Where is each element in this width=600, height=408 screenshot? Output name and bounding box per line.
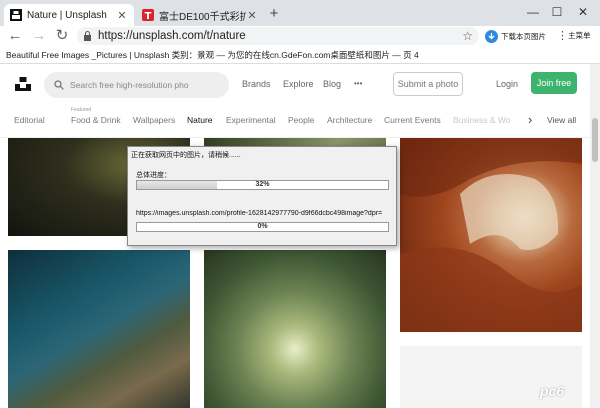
close-tab-icon[interactable]: ✕ [246, 9, 258, 22]
download-progress-dialog: 正在获取网页中的图片，请稍候...... 总体进度： 32% https://i… [127, 146, 397, 246]
kebab-menu-icon[interactable]: ⋮ [557, 28, 568, 44]
pc6-watermark: pc6 [540, 383, 565, 399]
view-all-link[interactable]: View all [547, 104, 576, 136]
rock-arch-shading [400, 138, 582, 332]
current-progress-text: 0% [257, 223, 268, 230]
nav-explore[interactable]: Explore [283, 64, 314, 104]
topic-editorial[interactable]: Editorial [14, 104, 45, 136]
maximize-button[interactable]: ☐ [546, 3, 568, 21]
total-progress-label: 总体进度： [136, 172, 171, 179]
more-icon[interactable]: ••• [354, 64, 362, 104]
svg-text:T: T [145, 11, 152, 21]
search-input[interactable]: Search free high-resolution pho [44, 72, 229, 98]
page-scrollbar[interactable] [590, 64, 600, 408]
topic-nature[interactable]: Nature [187, 104, 213, 136]
close-window-button[interactable]: ✕ [572, 3, 594, 21]
tab-title: Nature | Unsplash [27, 9, 107, 21]
back-arrow-icon[interactable]: ← [6, 26, 24, 46]
topics-nav: Featured Editorial Food & Drink Wallpape… [0, 104, 590, 138]
tab-title: 富士DE100千式彩扩机维 [159, 11, 246, 23]
reload-icon[interactable]: ↻ [53, 26, 71, 46]
new-tab-button[interactable]: + [266, 4, 282, 24]
dialog-title: 正在获取网页中的图片，请稍候...... [131, 152, 241, 159]
login-link[interactable]: Login [496, 64, 518, 104]
unsplash-favicon-icon [10, 9, 22, 21]
topic-people[interactable]: People [288, 104, 314, 136]
search-placeholder: Search free high-resolution pho [70, 80, 189, 90]
chevron-right-icon[interactable]: › [528, 104, 532, 136]
forward-arrow-icon[interactable]: → [30, 26, 48, 46]
bookmarks-bar[interactable]: Beautiful Free Images _Pictures | Unspla… [0, 46, 600, 64]
search-icon [54, 80, 64, 90]
url-text: https://unsplash.com/t/nature [98, 30, 246, 42]
photo-rock-arch[interactable] [400, 138, 582, 332]
bookmark-star-icon[interactable]: ☆ [462, 27, 473, 45]
close-tab-icon[interactable]: ✕ [116, 9, 128, 22]
lock-icon [84, 31, 91, 41]
photo-succulent[interactable] [204, 250, 386, 408]
main-menu-label[interactable]: 主菜单 [568, 28, 591, 44]
nav-brands[interactable]: Brands [242, 64, 271, 104]
total-progress-text: 32% [255, 181, 270, 188]
browser-toolbar: ← → ↻ https://unsplash.com/t/nature ☆ 下载… [0, 26, 600, 46]
download-images-extension[interactable]: 下载本页图片 [485, 28, 546, 44]
topic-experimental[interactable]: Experimental [226, 104, 276, 136]
topic-business-work[interactable]: Business & Wo [453, 104, 517, 136]
address-bar[interactable]: https://unsplash.com/t/nature ☆ [77, 27, 479, 45]
site-header: Search free high-resolution pho Brands E… [0, 64, 590, 104]
topic-current-events[interactable]: Current Events [384, 104, 441, 136]
join-free-button[interactable]: Join free [531, 72, 577, 94]
current-progress-bar: 0% [136, 222, 389, 232]
minimize-button[interactable]: — [522, 3, 544, 21]
tab-unsplash[interactable]: Nature | Unsplash ✕ [4, 4, 134, 26]
topic-wallpapers[interactable]: Wallpapers [133, 104, 175, 136]
unsplash-logo-icon[interactable] [14, 75, 32, 93]
photo-coastline[interactable] [8, 250, 190, 408]
scrollbar-thumb[interactable] [592, 118, 598, 162]
tab-strip: Nature | Unsplash ✕ T 富士DE100千式彩扩机维 ✕ + … [0, 0, 600, 26]
topic-food-drink[interactable]: Food & Drink [71, 104, 121, 136]
cloud-download-icon [485, 29, 498, 43]
tab-fuji[interactable]: T 富士DE100千式彩扩机维 ✕ [136, 4, 264, 26]
total-progress-bar: 32% [136, 180, 389, 190]
extension-label: 下载本页图片 [501, 31, 546, 41]
submit-photo-button[interactable]: Submit a photo [393, 72, 463, 96]
current-image-url: https://images.unsplash.com/profile-1628… [136, 210, 383, 217]
topic-architecture[interactable]: Architecture [327, 104, 372, 136]
nav-blog[interactable]: Blog [323, 64, 341, 104]
red-t-favicon-icon: T [142, 9, 154, 21]
